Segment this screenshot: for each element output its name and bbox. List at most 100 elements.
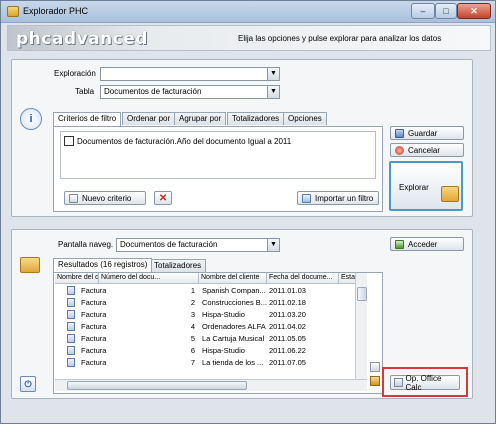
table-cell: 4 — [190, 322, 195, 331]
window-title: Explorador PHC — [23, 6, 89, 16]
criteria-checkbox[interactable] — [64, 136, 74, 146]
table-cell: 2011.04.02 — [269, 322, 306, 331]
column-header[interactable]: Fecha del docume... — [267, 273, 339, 284]
info-icon: i — [20, 108, 42, 130]
table-cell: La Cartuja Musical — [202, 334, 265, 343]
table-row[interactable]: Factura 7 La tienda de los ... 2011.07.05 — [55, 357, 355, 369]
table-cell: Construcciones B... — [202, 298, 268, 307]
table-cell: 2011.02.18 — [269, 298, 306, 307]
importar-filtro-label: Importar un filtro — [315, 193, 374, 203]
guardar-button[interactable]: Guardar — [390, 126, 464, 140]
office-calc-button[interactable]: Op. Office Calc — [390, 373, 460, 392]
chevron-down-icon[interactable]: ▼ — [267, 239, 279, 251]
table-row[interactable]: Factura 4 Ordenadores ALFA 2011.04.02 — [55, 321, 355, 333]
document-icon — [67, 286, 75, 295]
results-grid[interactable]: Nombre del docu... Número del docu... No… — [55, 273, 355, 379]
table-cell: 2011.07.05 — [269, 358, 306, 367]
pantalla-label: Pantalla naveg. — [58, 240, 114, 249]
horizontal-scrollbar[interactable] — [55, 379, 367, 391]
table-row[interactable]: Factura 5 La Cartuja Musical 2011.05.05 — [55, 333, 355, 345]
guardar-label: Guardar — [408, 128, 438, 138]
table-cell: 1 — [190, 286, 195, 295]
document-icon — [67, 298, 75, 307]
chevron-down-icon[interactable]: ▼ — [267, 68, 279, 80]
tab-opciones[interactable]: Opciones — [283, 112, 327, 125]
column-header[interactable]: Nombre del cliente — [199, 273, 267, 284]
pantalla-value: Documentos de facturación — [120, 240, 218, 249]
power-icon[interactable]: ⏻ — [20, 376, 36, 392]
enter-icon — [395, 239, 404, 249]
explorer-window: Explorador PHC – □ ✕ phcadvanced Elija l… — [0, 0, 496, 424]
table-cell: 2011.06.22 — [269, 346, 306, 355]
vertical-scrollbar[interactable] — [355, 273, 367, 379]
cancelar-button[interactable]: Cancelar — [390, 143, 464, 157]
tab-ordenar[interactable]: Ordenar por — [122, 112, 176, 125]
filter-icon — [302, 193, 311, 203]
exploracion-select[interactable]: ▼ — [100, 67, 280, 81]
tabla-label: Tabla — [75, 87, 95, 96]
column-header[interactable]: Nombre del docu... — [55, 273, 99, 284]
importar-filtro-button[interactable]: Importar un filtro — [297, 191, 379, 205]
criteria-item[interactable]: Documentos de facturación.Año del docume… — [77, 137, 291, 146]
document-icon — [67, 346, 75, 355]
table-cell: Hispa-Studio — [202, 346, 245, 355]
cancelar-label: Cancelar — [408, 145, 441, 155]
pantalla-select[interactable]: Documentos de facturación ▼ — [116, 238, 280, 252]
document-icon — [67, 334, 75, 343]
exploracion-label: Exploración — [54, 69, 96, 78]
table-cell: 2 — [190, 298, 195, 307]
table-row[interactable]: Factura 3 Hispa-Studio 2011.03.20 — [55, 309, 355, 321]
table-row[interactable]: Factura 6 Hispa-Studio 2011.06.22 — [55, 345, 355, 357]
spreadsheet-icon — [394, 378, 403, 387]
column-header[interactable]: Número del docu... — [99, 273, 199, 284]
grid-option-icon[interactable] — [370, 362, 380, 372]
new-document-icon — [69, 193, 78, 203]
explorar-label: Explorar — [399, 183, 429, 192]
document-icon — [67, 322, 75, 331]
table-cell: 5 — [190, 334, 195, 343]
document-icon — [67, 310, 75, 319]
tab-agrupar[interactable]: Agrupar por — [174, 112, 227, 125]
office-calc-label: Op. Office Calc — [405, 373, 442, 392]
tabla-select[interactable]: Documentos de facturación ▼ — [100, 85, 280, 99]
maximize-button[interactable]: □ — [435, 3, 457, 19]
explorar-button[interactable]: Explorar — [389, 161, 463, 211]
banner-instruction: Elija las opciones y pulse explorar para… — [238, 34, 442, 43]
tab-totalizadores-results[interactable]: Totalizadores — [149, 259, 207, 272]
scroll-thumb[interactable] — [357, 287, 367, 301]
app-icon — [7, 6, 19, 17]
document-icon — [67, 358, 75, 367]
phc-logo: phcadvanced — [16, 29, 148, 49]
title-bar[interactable]: Explorador PHC – □ ✕ — [1, 1, 495, 23]
acceder-button[interactable]: Acceder — [390, 237, 464, 251]
envelope-icon — [20, 257, 40, 273]
table-row[interactable]: Factura 2 Construcciones B... 2011.02.18 — [55, 297, 355, 309]
table-cell: 2011.05.05 — [269, 334, 306, 343]
office-calc-highlight: Op. Office Calc — [382, 367, 468, 397]
tab-criterios[interactable]: Criterios de filtro — [53, 112, 122, 126]
table-cell: 7 — [190, 358, 195, 367]
table-cell: Ordenadores ALFA — [202, 322, 266, 331]
minimize-button[interactable]: – — [411, 3, 435, 19]
table-cell: Spanish Compan... — [202, 286, 266, 295]
undo-icon — [395, 145, 404, 155]
header-banner: phcadvanced Elija las opciones y pulse e… — [7, 25, 491, 51]
tab-resultados[interactable]: Resultados (16 registros) — [53, 258, 153, 272]
chevron-down-icon[interactable]: ▼ — [267, 86, 279, 98]
export-icon[interactable] — [370, 376, 380, 386]
table-cell: Hispa-Studio — [202, 310, 245, 319]
table-cell: 2011.01.03 — [269, 286, 306, 295]
close-button[interactable]: ✕ — [457, 3, 491, 19]
table-row[interactable]: Factura 1 Spanish Compan... 2011.01.03 — [55, 285, 355, 297]
column-header[interactable]: Estal — [339, 273, 355, 284]
table-cell: 3 — [190, 310, 195, 319]
tab-totalizadores[interactable]: Totalizadores — [227, 112, 285, 125]
nuevo-criterio-button[interactable]: Nuevo criterio — [64, 191, 146, 205]
delete-icon[interactable]: ✕ — [154, 191, 172, 205]
table-cell: 2011.03.20 — [269, 310, 306, 319]
table-cell: La tienda de los ... — [202, 358, 264, 367]
folder-search-icon — [441, 186, 459, 202]
criteria-list[interactable]: Documentos de facturación.Año del docume… — [60, 131, 376, 179]
scroll-thumb[interactable] — [67, 381, 247, 390]
table-cell: 6 — [190, 346, 195, 355]
